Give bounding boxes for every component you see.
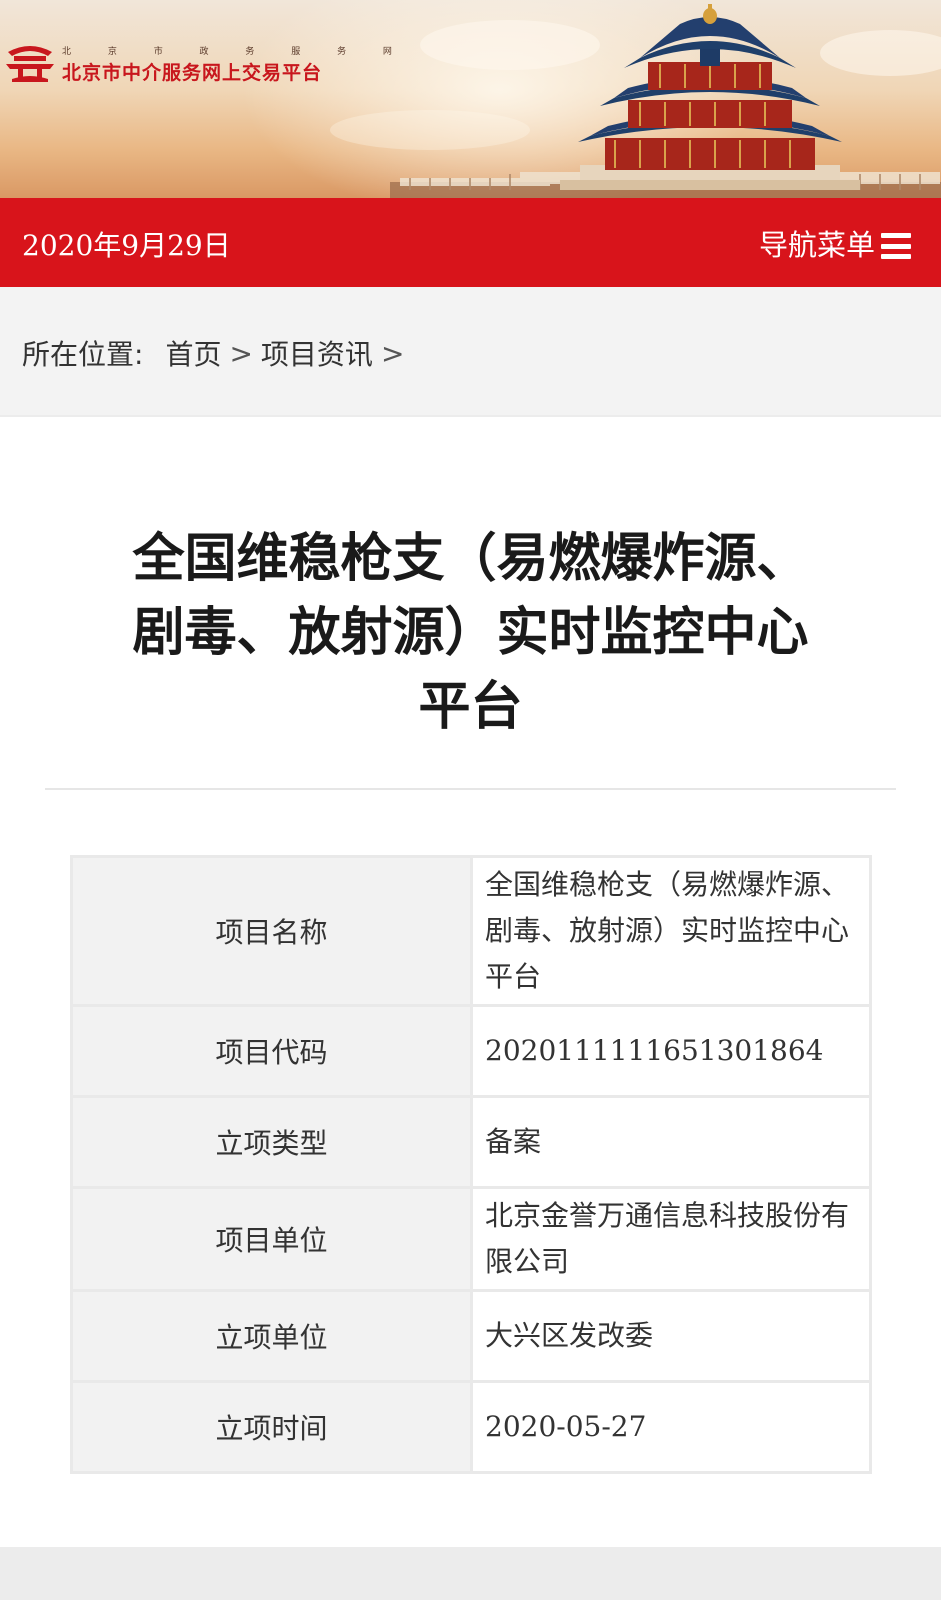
header-banner: 北 京 市 政 务 服 务 网 北京市中介服务网上交易平台 [0, 0, 941, 200]
site-subtitle: 北 京 市 政 务 服 务 网 [62, 44, 392, 57]
breadcrumb-item-home[interactable]: 首页 [165, 333, 221, 373]
project-info-table: 项目名称 全国维稳枪支（易燃爆炸源、剧毒、放射源）实时监控中心平台 项目代码 2… [70, 855, 872, 1474]
breadcrumb-separator: > [229, 336, 253, 370]
nav-menu-button[interactable]: 导航菜单 [759, 222, 911, 264]
article-title-line: 剧毒、放射源）实时监控中心 [132, 603, 809, 663]
row-label: 项目代码 [70, 1004, 473, 1098]
page: 北 京 市 政 务 服 务 网 北京市中介服务网上交易平台 2020年9月29日… [0, 0, 941, 1600]
hamburger-line [881, 254, 911, 259]
breadcrumb: 所在位置: 首页 > 项目资讯 > [0, 287, 941, 415]
site-subtitle-char: 政 [199, 47, 209, 57]
breadcrumb-prefix: 所在位置: [22, 338, 144, 371]
article-title-line: 平台 [418, 677, 523, 737]
row-value: 2020111111651301864 [470, 1004, 872, 1098]
site-logo-icon[interactable] [4, 42, 56, 82]
table-row: 立项单位 大兴区发改委 [70, 1289, 872, 1383]
table-row: 项目名称 全国维稳枪支（易燃爆炸源、剧毒、放射源）实时监控中心平台 [70, 855, 872, 1007]
row-value: 北京金誉万通信息科技股份有限公司 [470, 1186, 872, 1292]
row-label: 项目单位 [70, 1186, 473, 1292]
row-value: 大兴区发改委 [470, 1289, 872, 1383]
site-subtitle-char: 京 [107, 47, 117, 57]
article-title-line: 全国维稳枪支（易燃爆炸源、 [132, 529, 809, 589]
row-label: 立项时间 [70, 1380, 473, 1474]
breadcrumb-separator: > [380, 336, 405, 370]
date-bar: 2020年9月29日 导航菜单 [0, 198, 941, 287]
row-label: 项目名称 [70, 855, 473, 1007]
site-title[interactable]: 北京市中介服务网上交易平台 [62, 58, 322, 85]
site-subtitle-char: 务 [337, 47, 347, 57]
table-row: 立项类型 备案 [70, 1095, 872, 1189]
hamburger-line [881, 233, 911, 238]
site-subtitle-char: 北 [62, 47, 72, 57]
row-value: 全国维稳枪支（易燃爆炸源、剧毒、放射源）实时监控中心平台 [470, 855, 872, 1007]
site-subtitle-char: 务 [245, 47, 255, 57]
site-subtitle-char: 网 [382, 47, 392, 57]
site-subtitle-char: 市 [153, 47, 163, 57]
article-title: 全国维稳枪支（易燃爆炸源、 剧毒、放射源）实时监控中心 平台 [60, 522, 881, 744]
nav-menu-label: 导航菜单 [758, 228, 875, 262]
table-row: 项目单位 北京金誉万通信息科技股份有限公司 [70, 1186, 872, 1292]
site-subtitle-char: 服 [291, 47, 301, 57]
title-divider [45, 788, 896, 790]
current-date: 2020年9月29日 [22, 229, 231, 262]
row-label: 立项类型 [70, 1095, 473, 1189]
table-row: 立项时间 2020-05-27 [70, 1380, 872, 1474]
temple-of-heaven-illustration [390, 4, 941, 200]
breadcrumb-item-project-news[interactable]: 项目资讯 [261, 333, 373, 373]
row-value: 2020-05-27 [470, 1380, 872, 1474]
row-value: 备案 [470, 1095, 872, 1189]
hamburger-line [881, 243, 911, 249]
row-label: 立项单位 [70, 1289, 473, 1383]
article-card: 全国维稳枪支（易燃爆炸源、 剧毒、放射源）实时监控中心 平台 项目名称 全国维稳… [0, 417, 941, 1547]
table-row: 项目代码 2020111111651301864 [70, 1004, 872, 1098]
hamburger-icon [881, 233, 911, 259]
